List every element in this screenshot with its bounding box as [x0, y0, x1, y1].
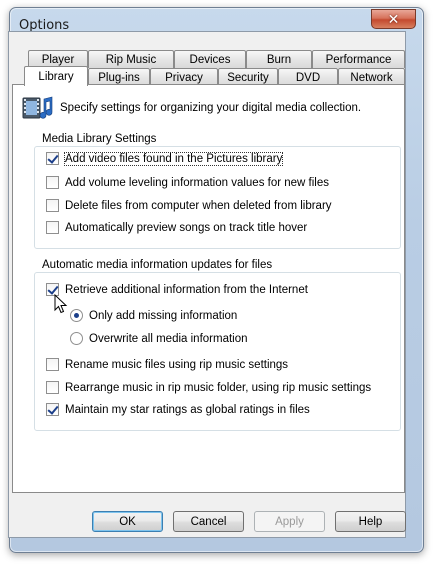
checkbox-retrieve-info[interactable]: Retrieve additional information from the… [46, 283, 308, 296]
checkbox-volume-leveling[interactable]: Add volume leveling information values f… [46, 176, 329, 189]
header-description: Specify settings for organizing your dig… [60, 102, 362, 114]
checkbox-box[interactable] [46, 403, 59, 416]
checkbox-label: Add volume leveling information values f… [65, 176, 329, 189]
tab-label: DVD [295, 71, 321, 84]
tab-burn[interactable]: Burn [246, 50, 312, 68]
radio-button[interactable] [70, 309, 83, 322]
checkbox-add-video-files[interactable]: Add video files found in the Pictures li… [46, 151, 284, 166]
tab-library[interactable]: Library [24, 66, 88, 86]
radio-label: Only add missing information [89, 309, 238, 322]
radio-label: Overwrite all media information [89, 332, 248, 345]
checkbox-preview-songs[interactable]: Automatically preview songs on track tit… [46, 221, 307, 234]
ok-button[interactable]: OK [92, 511, 163, 532]
tab-rip-music[interactable]: Rip Music [88, 50, 174, 68]
checkbox-box[interactable] [46, 176, 59, 189]
tab-label: Security [227, 71, 269, 84]
checkbox-label: Add video files found in the Pictures li… [63, 151, 284, 166]
cancel-button[interactable]: Cancel [173, 511, 244, 532]
mouse-pointer-icon [54, 294, 68, 314]
checkbox-rearrange-music[interactable]: Rearrange music in rip music folder, usi… [46, 381, 371, 394]
tab-label: Library [38, 70, 74, 83]
tab-label: Privacy [165, 71, 203, 84]
tab-performance[interactable]: Performance [312, 50, 405, 68]
media-library-icon [22, 96, 53, 119]
tab-label: Performance [325, 53, 392, 66]
radio-only-add-missing[interactable]: Only add missing information [70, 309, 237, 322]
tab-label: Burn [266, 53, 292, 66]
tab-label: Rip Music [105, 53, 157, 66]
tab-devices[interactable]: Devices [174, 50, 246, 68]
help-button[interactable]: Help [335, 511, 406, 532]
checkbox-label: Automatically preview songs on track tit… [65, 221, 308, 234]
checkbox-box[interactable] [46, 358, 59, 371]
media-library-settings-label: Media Library Settings [39, 133, 160, 145]
checkbox-box[interactable] [46, 152, 59, 165]
close-icon: ✕ [387, 10, 400, 27]
radio-button[interactable] [70, 332, 83, 345]
checkbox-delete-files[interactable]: Delete files from computer when deleted … [46, 199, 332, 212]
close-button[interactable]: ✕ [371, 9, 416, 29]
tab-label: Plug-ins [98, 71, 140, 84]
checkbox-label: Maintain my star ratings as global ratin… [65, 403, 310, 416]
tab-label: Network [350, 71, 393, 84]
checkbox-box[interactable] [46, 199, 59, 212]
checkbox-label: Delete files from computer when deleted … [65, 199, 332, 212]
checkbox-label: Retrieve additional information from the… [65, 283, 308, 296]
tab-label: Player [41, 53, 75, 66]
auto-updates-label: Automatic media information updates for … [39, 259, 276, 271]
checkbox-box[interactable] [46, 381, 59, 394]
checkbox-label: Rearrange music in rip music folder, usi… [65, 381, 372, 394]
apply-button[interactable]: Apply [254, 511, 325, 532]
checkbox-star-ratings[interactable]: Maintain my star ratings as global ratin… [46, 403, 310, 416]
radio-overwrite-all[interactable]: Overwrite all media information [70, 332, 248, 345]
checkbox-box[interactable] [46, 221, 59, 234]
checkbox-rename-music[interactable]: Rename music files using rip music setti… [46, 358, 288, 371]
panel-header: Specify settings for organizing your dig… [22, 95, 361, 121]
tab-label: Devices [189, 53, 231, 66]
checkbox-label: Rename music files using rip music setti… [65, 358, 289, 371]
